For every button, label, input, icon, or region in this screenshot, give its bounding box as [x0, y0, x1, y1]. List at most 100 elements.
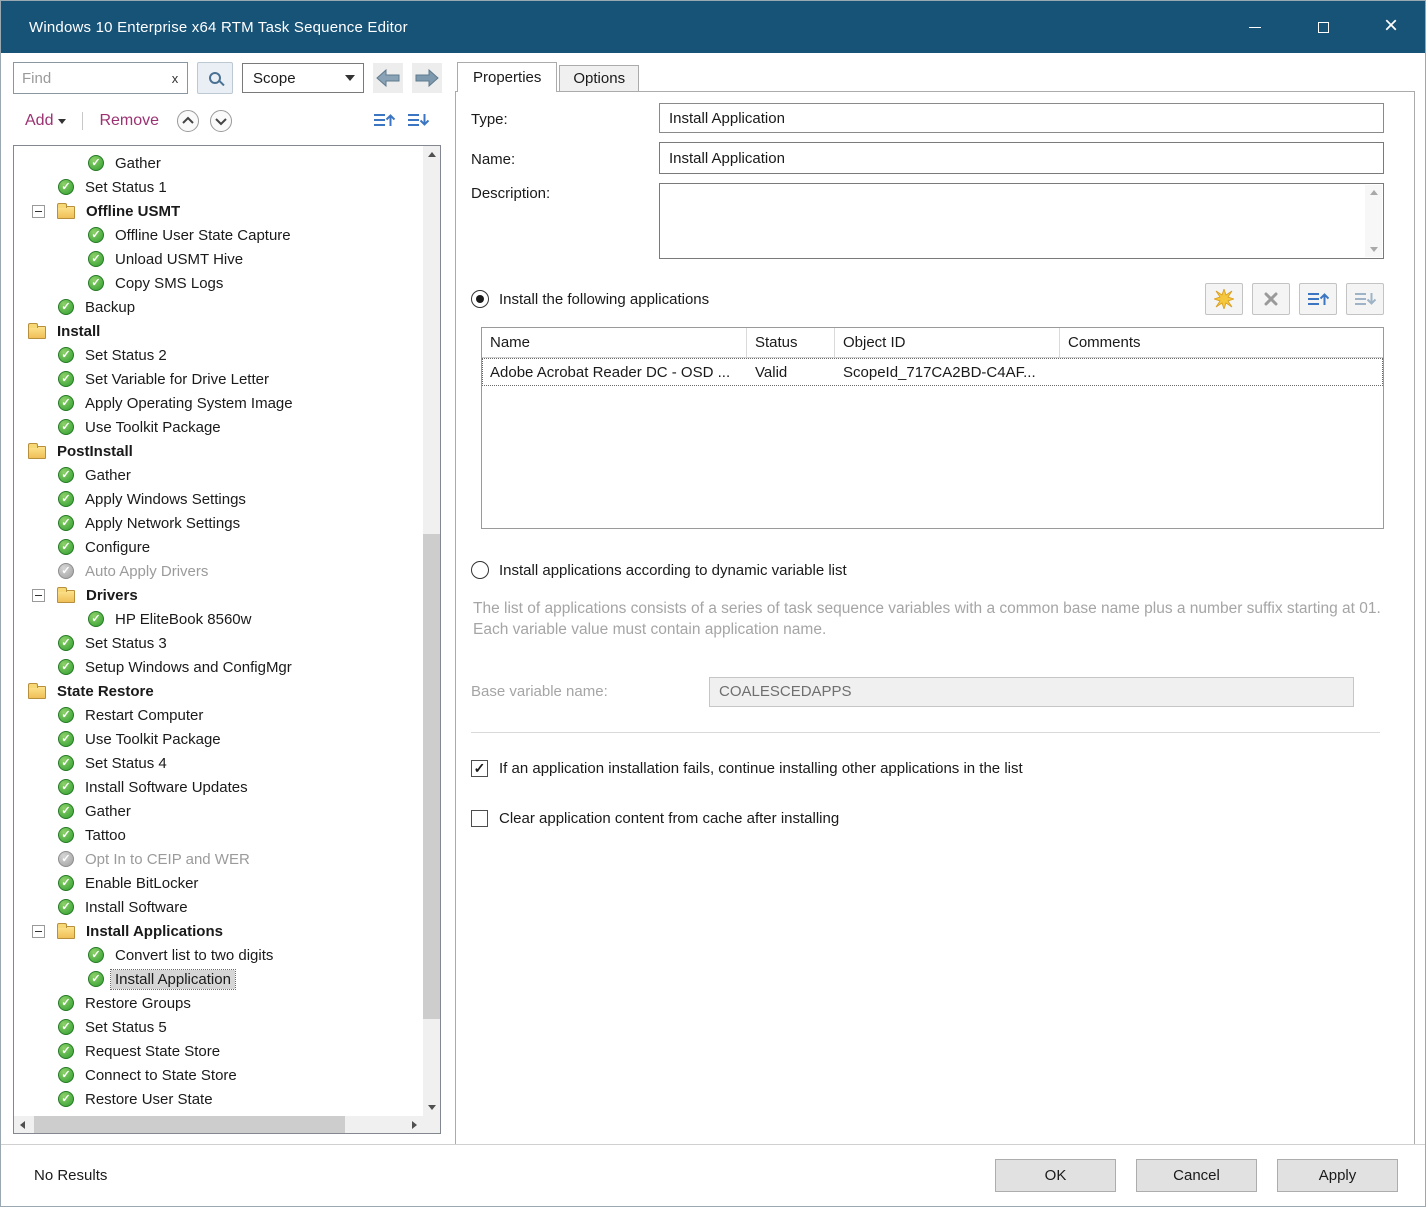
cancel-button[interactable]: Cancel: [1136, 1159, 1257, 1192]
scope-dropdown[interactable]: Scope: [242, 63, 364, 93]
tree-item[interactable]: Gather: [14, 799, 423, 823]
vertical-scroll-thumb[interactable]: [423, 534, 440, 1019]
search-button[interactable]: [197, 62, 233, 94]
tree-item-label: Set Status 1: [81, 178, 171, 197]
add-button[interactable]: Add: [17, 112, 74, 130]
tree-item[interactable]: Apply Windows Settings: [14, 487, 423, 511]
tree-item[interactable]: Set Status 5: [14, 1015, 423, 1039]
tree-item[interactable]: Configure: [14, 535, 423, 559]
tree-item[interactable]: Gather: [14, 151, 423, 175]
tree-item[interactable]: State Restore: [14, 679, 423, 703]
maximize-button[interactable]: [1289, 1, 1357, 53]
move-application-down-button[interactable]: [1346, 283, 1384, 315]
install-following-apps-radio[interactable]: [471, 290, 489, 308]
tree-item[interactable]: Gather: [14, 463, 423, 487]
tree-item[interactable]: Setup Windows and ConfigMgr: [14, 655, 423, 679]
move-application-up-button[interactable]: [1299, 283, 1337, 315]
new-application-button[interactable]: [1205, 283, 1243, 315]
collapse-icon[interactable]: [32, 589, 45, 602]
collapse-icon[interactable]: [32, 205, 45, 218]
close-button[interactable]: ×: [1357, 1, 1425, 53]
tree-item[interactable]: Restore Groups: [14, 991, 423, 1015]
column-header-status[interactable]: Status: [747, 328, 835, 357]
tree-item[interactable]: Unload USMT Hive: [14, 247, 423, 271]
tab-properties[interactable]: Properties: [457, 62, 557, 92]
tree-item[interactable]: Set Status 3: [14, 631, 423, 655]
tree-item[interactable]: Restore User State: [14, 1087, 423, 1111]
new-application-icon: [1214, 289, 1234, 309]
find-previous-button[interactable]: [373, 63, 403, 93]
collapse-icon[interactable]: [32, 925, 45, 938]
tree-item[interactable]: Offline User State Capture: [14, 223, 423, 247]
scroll-up-icon[interactable]: [1370, 190, 1378, 195]
tree-item[interactable]: Tattoo: [14, 823, 423, 847]
continue-on-fail-checkbox[interactable]: [471, 760, 488, 777]
column-header-name[interactable]: Name: [482, 328, 747, 357]
tree-horizontal-scrollbar[interactable]: [14, 1116, 423, 1133]
tree-item[interactable]: Install Software: [14, 895, 423, 919]
move-up-icon: [373, 111, 395, 129]
tree-item[interactable]: Install Applications: [14, 919, 423, 943]
scroll-right-icon[interactable]: [406, 1116, 423, 1133]
description-textarea[interactable]: [659, 183, 1384, 259]
tab-options[interactable]: Options: [559, 65, 639, 91]
tree-item[interactable]: Use Toolkit Package: [14, 415, 423, 439]
clear-cache-checkbox[interactable]: [471, 810, 488, 827]
tree-item[interactable]: Set Status 1: [14, 175, 423, 199]
tree-item[interactable]: Install Software Updates: [14, 775, 423, 799]
apply-button[interactable]: Apply: [1277, 1159, 1398, 1192]
chevron-down-icon: [58, 119, 66, 124]
tree-item[interactable]: Restart Computer: [14, 703, 423, 727]
tree-item[interactable]: Enable BitLocker: [14, 871, 423, 895]
collapse-all-button[interactable]: [176, 109, 200, 133]
tree-item[interactable]: Install Application: [14, 967, 423, 991]
tree-item[interactable]: Request State Store: [14, 1039, 423, 1063]
tree-item[interactable]: Backup: [14, 295, 423, 319]
tree-vertical-scrollbar[interactable]: [423, 146, 440, 1116]
tree-item[interactable]: Set Variable for Drive Letter: [14, 367, 423, 391]
delete-application-button[interactable]: [1252, 283, 1290, 315]
sequence-toolbar: Add Remove: [17, 105, 435, 137]
application-row[interactable]: Adobe Acrobat Reader DC - OSD ...ValidSc…: [482, 358, 1383, 386]
dynamic-variable-list-radio[interactable]: [471, 561, 489, 579]
step-check-icon: [58, 1019, 74, 1035]
tree-item-label: HP EliteBook 8560w: [111, 610, 255, 629]
tree-item[interactable]: Offline USMT: [14, 199, 423, 223]
tree-item[interactable]: Connect to State Store: [14, 1063, 423, 1087]
tree-item[interactable]: Copy SMS Logs: [14, 271, 423, 295]
tree-item[interactable]: Drivers: [14, 583, 423, 607]
tree-item[interactable]: Set Status 2: [14, 343, 423, 367]
scroll-left-icon[interactable]: [14, 1116, 31, 1133]
find-next-button[interactable]: [412, 63, 442, 93]
horizontal-scroll-thumb[interactable]: [34, 1116, 345, 1133]
scroll-down-icon[interactable]: [1370, 247, 1378, 252]
tree-item[interactable]: Use Toolkit Package: [14, 727, 423, 751]
step-check-icon: [88, 275, 104, 291]
type-field: Install Application: [659, 103, 1384, 133]
tree-item[interactable]: Convert list to two digits: [14, 943, 423, 967]
ok-button[interactable]: OK: [995, 1159, 1116, 1192]
tree-item[interactable]: Apply Network Settings: [14, 511, 423, 535]
scroll-down-icon[interactable]: [423, 1099, 440, 1116]
description-scrollbar[interactable]: [1365, 185, 1382, 257]
task-sequence-tree: Gather Set Status 1 Offline USMTOffline Us…: [14, 146, 423, 1116]
minimize-button[interactable]: [1221, 1, 1289, 53]
tree-item[interactable]: PostInstall: [14, 439, 423, 463]
scroll-up-icon[interactable]: [423, 146, 440, 163]
expand-all-button[interactable]: [209, 109, 233, 133]
step-check-icon: [58, 563, 74, 579]
tree-item[interactable]: Opt In to CEIP and WER: [14, 847, 423, 871]
remove-button[interactable]: Remove: [91, 112, 167, 130]
tree-item[interactable]: Install: [14, 319, 423, 343]
move-step-up-button[interactable]: [367, 111, 401, 132]
tree-item[interactable]: Set Status 4: [14, 751, 423, 775]
column-header-comments[interactable]: Comments: [1060, 328, 1383, 357]
find-clear-button[interactable]: x: [163, 63, 187, 93]
tree-item[interactable]: Auto Apply Drivers: [14, 559, 423, 583]
move-step-down-button[interactable]: [401, 111, 435, 132]
find-input[interactable]: [14, 63, 163, 93]
tree-item[interactable]: Apply Operating System Image: [14, 391, 423, 415]
name-input[interactable]: [659, 142, 1384, 174]
tree-item[interactable]: HP EliteBook 8560w: [14, 607, 423, 631]
column-header-object-id[interactable]: Object ID: [835, 328, 1060, 357]
